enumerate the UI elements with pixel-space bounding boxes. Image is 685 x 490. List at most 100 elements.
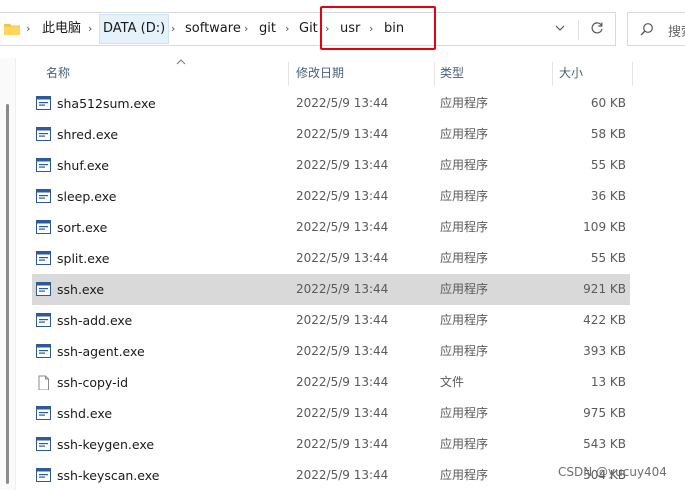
file-size: 543 KB bbox=[583, 437, 626, 451]
file-name: sort.exe bbox=[57, 220, 108, 235]
file-row[interactable]: ssh-add.exe 2022/5/9 13:44 应用程序 422 KB bbox=[32, 305, 630, 336]
file-date: 2022/5/9 13:44 bbox=[296, 468, 389, 482]
file-row[interactable]: sort.exe 2022/5/9 13:44 应用程序 109 KB bbox=[32, 212, 630, 243]
breadcrumb-data-drive[interactable]: DATA (D:) bbox=[99, 14, 170, 44]
address-bar[interactable]: › 此电脑 › DATA (D:) › software › git › Git… bbox=[0, 12, 616, 46]
file-date: 2022/5/9 13:44 bbox=[296, 375, 389, 389]
divider bbox=[578, 20, 579, 40]
chevron-right-icon[interactable]: › bbox=[285, 22, 289, 35]
chevron-right-icon[interactable]: › bbox=[244, 22, 248, 35]
column-size[interactable]: 大小 bbox=[559, 58, 583, 88]
file-type: 应用程序 bbox=[440, 313, 489, 327]
file-type: 应用程序 bbox=[440, 127, 489, 141]
file-name: ssh-agent.exe bbox=[57, 344, 145, 359]
search-icon bbox=[640, 23, 653, 36]
chevron-right-icon[interactable]: › bbox=[171, 22, 175, 35]
file-name: ssh.exe bbox=[57, 282, 105, 297]
column-divider[interactable] bbox=[434, 62, 435, 86]
file-date: 2022/5/9 13:44 bbox=[296, 127, 389, 141]
navigation-pane-edge bbox=[0, 58, 16, 490]
file-size: 422 KB bbox=[583, 313, 626, 327]
file-size: 109 KB bbox=[583, 220, 626, 234]
search-input[interactable]: 搜索 bbox=[627, 12, 685, 46]
file-size: 55 KB bbox=[590, 158, 626, 172]
file-type: 应用程序 bbox=[440, 437, 489, 451]
file-name: ssh-add.exe bbox=[57, 313, 133, 328]
exe-icon bbox=[36, 220, 51, 234]
search-placeholder: 搜索 bbox=[668, 25, 685, 40]
watermark-text: CSDN @yucuy404 bbox=[558, 465, 667, 479]
file-date: 2022/5/9 13:44 bbox=[296, 406, 389, 420]
exe-icon bbox=[36, 437, 51, 451]
exe-icon bbox=[36, 189, 51, 203]
exe-icon bbox=[36, 406, 51, 420]
chevron-down-icon[interactable] bbox=[553, 21, 567, 35]
file-row[interactable]: sshd.exe 2022/5/9 13:44 应用程序 975 KB bbox=[32, 398, 630, 429]
exe-icon bbox=[36, 251, 51, 265]
exe-icon bbox=[36, 96, 51, 110]
file-row[interactable]: ssh-keygen.exe 2022/5/9 13:44 应用程序 543 KB bbox=[32, 429, 630, 460]
file-icon bbox=[36, 375, 51, 391]
exe-icon bbox=[36, 344, 51, 358]
exe-icon bbox=[36, 282, 51, 296]
file-row[interactable]: ssh-copy-id 2022/5/9 13:44 文件 13 KB bbox=[32, 367, 630, 398]
file-row[interactable]: sha512sum.exe 2022/5/9 13:44 应用程序 60 KB bbox=[32, 88, 630, 119]
column-date-modified[interactable]: 修改日期 bbox=[296, 58, 344, 88]
file-row[interactable]: ssh.exe 2022/5/9 13:44 应用程序 921 KB bbox=[32, 274, 630, 305]
column-divider[interactable] bbox=[552, 62, 553, 86]
file-type: 应用程序 bbox=[440, 344, 489, 358]
file-size: 60 KB bbox=[590, 96, 626, 110]
breadcrumb-this-pc[interactable]: 此电脑 bbox=[42, 13, 81, 45]
file-type: 文件 bbox=[440, 375, 465, 389]
column-divider[interactable] bbox=[288, 62, 289, 86]
file-name: ssh-copy-id bbox=[57, 375, 129, 390]
file-size: 58 KB bbox=[590, 127, 626, 141]
file-size: 55 KB bbox=[590, 251, 626, 265]
file-name: shred.exe bbox=[57, 127, 119, 142]
file-row[interactable]: shuf.exe 2022/5/9 13:44 应用程序 55 KB bbox=[32, 150, 630, 181]
breadcrumb-software[interactable]: software bbox=[185, 13, 241, 45]
file-list: sha512sum.exe 2022/5/9 13:44 应用程序 60 KB shre… bbox=[32, 88, 630, 490]
address-bar-row: › 此电脑 › DATA (D:) › software › git › Git… bbox=[0, 0, 685, 58]
file-row[interactable]: ssh-keyscan.exe 2022/5/9 13:44 应用程序 504 KB bbox=[32, 460, 630, 490]
file-type: 应用程序 bbox=[440, 158, 489, 172]
refresh-icon[interactable] bbox=[589, 20, 605, 36]
file-date: 2022/5/9 13:44 bbox=[296, 189, 389, 203]
chevron-right-icon[interactable]: › bbox=[26, 22, 30, 35]
file-date: 2022/5/9 13:44 bbox=[296, 96, 389, 110]
exe-icon bbox=[36, 313, 51, 327]
file-date: 2022/5/9 13:44 bbox=[296, 220, 389, 234]
exe-icon bbox=[36, 158, 51, 172]
file-size: 393 KB bbox=[583, 344, 626, 358]
file-size: 975 KB bbox=[583, 406, 626, 420]
file-row[interactable]: shred.exe 2022/5/9 13:44 应用程序 58 KB bbox=[32, 119, 630, 150]
file-size: 13 KB bbox=[590, 375, 626, 389]
file-row[interactable]: sleep.exe 2022/5/9 13:44 应用程序 36 KB bbox=[32, 181, 630, 212]
file-date: 2022/5/9 13:44 bbox=[296, 251, 389, 265]
column-header-row: 名称 修改日期 类型 大小 bbox=[16, 58, 685, 88]
file-name: sleep.exe bbox=[57, 189, 117, 204]
folder-icon bbox=[4, 24, 20, 35]
breadcrumb-git-upper[interactable]: Git bbox=[299, 13, 318, 45]
column-type[interactable]: 类型 bbox=[440, 58, 464, 88]
file-name: sha512sum.exe bbox=[57, 96, 156, 111]
file-size: 36 KB bbox=[590, 189, 626, 203]
chevron-right-icon[interactable]: › bbox=[88, 22, 92, 35]
file-type: 应用程序 bbox=[440, 282, 489, 296]
scrollbar-thumb[interactable] bbox=[6, 104, 9, 484]
column-divider[interactable] bbox=[632, 62, 633, 86]
file-type: 应用程序 bbox=[440, 96, 489, 110]
file-type: 应用程序 bbox=[440, 220, 489, 234]
file-type: 应用程序 bbox=[440, 189, 489, 203]
file-row[interactable]: ssh-agent.exe 2022/5/9 13:44 应用程序 393 KB bbox=[32, 336, 630, 367]
file-name: ssh-keygen.exe bbox=[57, 437, 155, 452]
sort-ascending-icon bbox=[176, 59, 186, 65]
file-row[interactable]: split.exe 2022/5/9 13:44 应用程序 55 KB bbox=[32, 243, 630, 274]
file-date: 2022/5/9 13:44 bbox=[296, 344, 389, 358]
column-name[interactable]: 名称 bbox=[46, 58, 70, 88]
exe-icon bbox=[36, 468, 51, 482]
file-date: 2022/5/9 13:44 bbox=[296, 282, 389, 296]
file-date: 2022/5/9 13:44 bbox=[296, 437, 389, 451]
breadcrumb-git[interactable]: git bbox=[259, 13, 276, 45]
file-size: 921 KB bbox=[583, 282, 626, 296]
